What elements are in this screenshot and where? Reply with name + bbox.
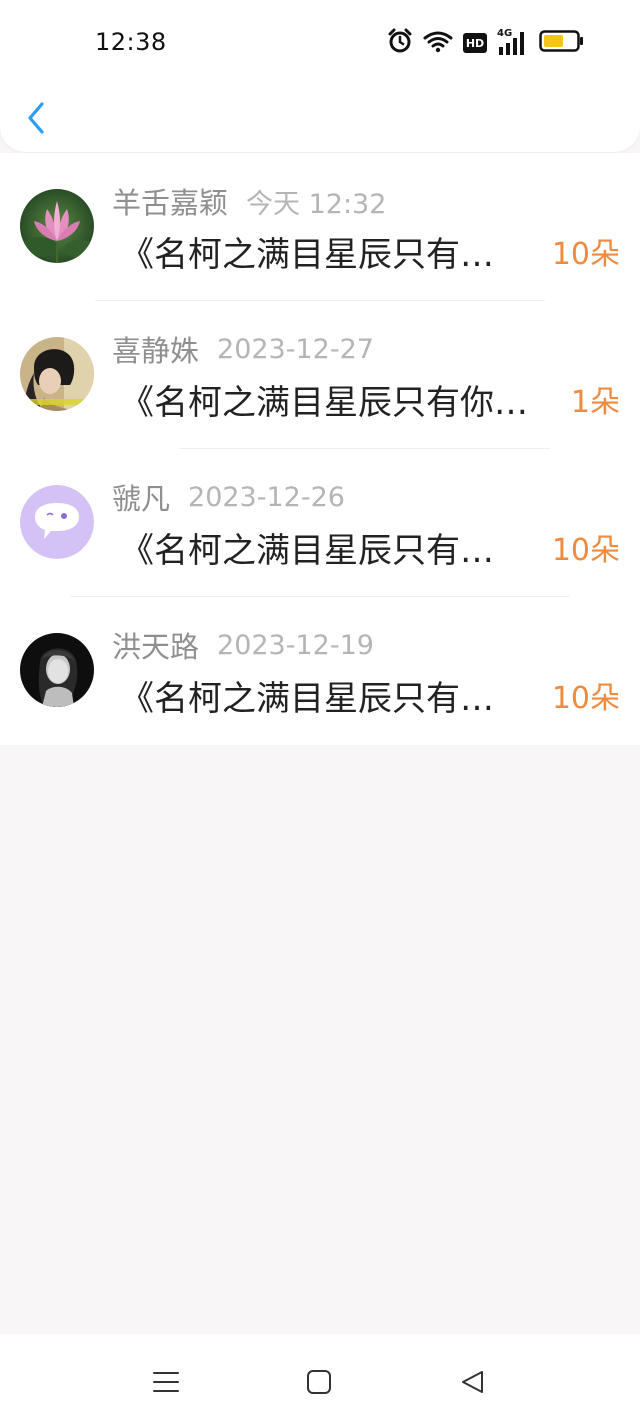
alarm-icon [387, 28, 413, 58]
avatar[interactable] [20, 189, 94, 263]
name-line: 虢凡 2023-12-26 [112, 479, 345, 517]
signal-4g-icon: 4G [497, 28, 529, 56]
sender-name: 洪天路 [112, 630, 200, 664]
hd-label: HD [465, 36, 485, 50]
list-item[interactable]: 喜静姝 2023-12-27 《名柯之满目星辰只有你… 1朵 [0, 301, 640, 449]
sender-name: 虢凡 [112, 482, 171, 516]
name-line: 喜静姝 2023-12-27 [112, 331, 374, 369]
list-item[interactable]: 羊舌嘉颖 今天 12:32 《名柯之满目星辰只有… 10朵 [0, 153, 640, 301]
gift-record-list: 羊舌嘉颖 今天 12:32 《名柯之满目星辰只有… 10朵 喜静姝 2023-1… [0, 153, 640, 745]
book-title: 《名柯之满目星辰只有… [120, 679, 494, 719]
hd-icon: HD [463, 33, 487, 53]
send-date: 2023-12-19 [217, 629, 374, 661]
status-bar: 12:38 HD 4G [0, 0, 640, 80]
list-item[interactable]: 虢凡 2023-12-26 《名柯之满目星辰只有… 10朵 [0, 449, 640, 597]
book-title: 《名柯之满目星辰只有你… [120, 383, 528, 423]
chevron-left-icon [28, 102, 44, 134]
book-title: 《名柯之满目星辰只有… [120, 235, 494, 275]
home-button[interactable] [299, 1362, 339, 1402]
send-date: 今天 12:32 [246, 188, 387, 220]
wifi-icon [423, 29, 453, 57]
name-line: 羊舌嘉颖 今天 12:32 [112, 183, 387, 220]
system-back-button[interactable] [452, 1362, 492, 1402]
send-date: 2023-12-27 [217, 333, 374, 365]
menu-icon [153, 1372, 179, 1392]
battery-icon [539, 29, 585, 57]
home-square-icon [307, 1370, 331, 1394]
avatar[interactable] [20, 485, 94, 559]
avatar[interactable] [20, 337, 94, 411]
status-time: 12:38 [95, 28, 167, 56]
flower-count: 10朵 [551, 681, 620, 716]
sender-name: 喜静姝 [112, 334, 200, 368]
flower-count: 10朵 [551, 237, 620, 272]
flower-count: 1朵 [570, 385, 620, 420]
book-title: 《名柯之满目星辰只有… [120, 531, 494, 571]
back-triangle-icon [462, 1371, 483, 1393]
send-date: 2023-12-26 [188, 481, 345, 513]
menu-button[interactable] [146, 1362, 186, 1402]
header [0, 80, 640, 152]
name-line: 洪天路 2023-12-19 [112, 627, 374, 665]
status-icons: HD 4G [387, 28, 585, 58]
back-button[interactable] [18, 98, 54, 138]
flower-count: 10朵 [551, 533, 620, 568]
system-nav-bar [0, 1334, 640, 1423]
list-item[interactable]: 洪天路 2023-12-19 《名柯之满目星辰只有… 10朵 [0, 597, 640, 745]
sender-name: 羊舌嘉颖 [112, 186, 229, 220]
avatar[interactable] [20, 633, 94, 707]
